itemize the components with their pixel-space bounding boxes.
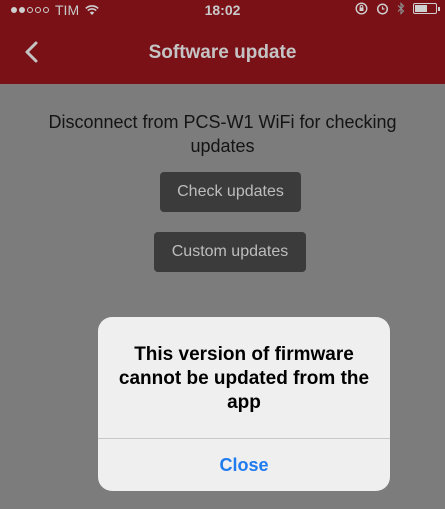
battery-icon xyxy=(413,3,440,14)
instruction-text: Disconnect from PCS-W1 WiFi for checking… xyxy=(48,112,397,156)
page-title: Software update xyxy=(148,42,297,63)
rotation-lock-icon xyxy=(355,2,368,15)
bluetooth-icon xyxy=(397,2,405,15)
navigation-bar: Software update xyxy=(0,20,445,84)
status-icons xyxy=(355,2,440,15)
custom-updates-button[interactable]: Custom updates xyxy=(154,232,306,272)
check-updates-button[interactable]: Check updates xyxy=(160,172,301,212)
status-bar: TIM 18:02 xyxy=(0,0,445,20)
alarm-icon xyxy=(376,3,389,15)
alert-dialog: This version of firmware cannot be updat… xyxy=(98,317,390,491)
alert-message: This version of firmware cannot be updat… xyxy=(118,344,370,413)
close-button[interactable]: Close xyxy=(98,439,390,491)
